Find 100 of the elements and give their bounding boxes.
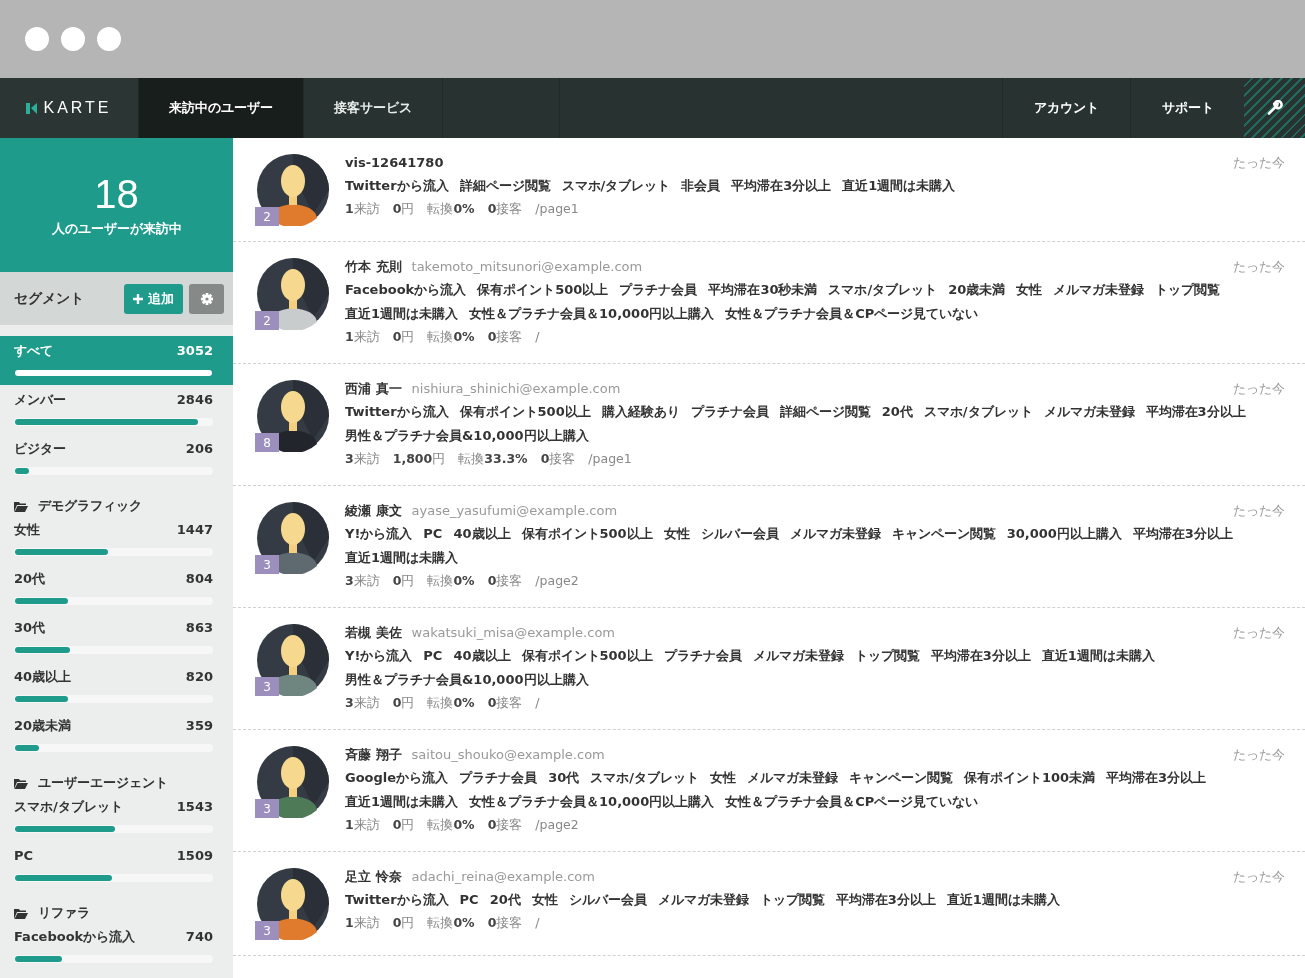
folder-icon [14,500,28,512]
segment-tag: 保有ポイント100未満 [963,766,1096,790]
segment-tag: 平均滞在3分以上 [731,174,832,198]
segment-item[interactable]: PC 1509 [0,841,233,890]
visitor-name[interactable]: vis-12641780 [345,154,444,172]
segment-tag: 購入経験あり [601,400,680,424]
avatar-icon [257,868,329,940]
visit-time: たった今 [1233,154,1285,172]
segment-tag: 保有ポイント500以上 [477,278,609,302]
visitor-email: adachi_reina@example.com [411,868,596,886]
segment-tag: 女性 [663,522,690,546]
window-close-button[interactable] [25,27,49,51]
visit-stat: 0接客 [540,450,576,468]
segment-tag: 保有ポイント500以上 [521,644,653,668]
segment-tag: Twitterから流入 [345,400,449,424]
visit-stat: 0円 [392,200,415,218]
segment-tag: スマホ/タブレット [561,174,671,198]
avatar-icon [257,154,329,226]
visit-stat: 転換0% [427,200,475,218]
segment-tag: 40歳以上 [453,644,511,668]
segment-item[interactable]: 20歳未満 359 [0,711,233,760]
segment-tag: 詳細ページ閲覧 [459,174,551,198]
segment-tag: スマホ/タブレット [923,400,1033,424]
segment-tag: 平均滞在3分以上 [1145,400,1246,424]
segment-count: 804 [185,570,213,588]
segment-tag: 直近1週間は未購入 [1041,644,1155,668]
segment-tag: メルマガ未登録 [1043,400,1135,424]
segment-tag: 平均滞在3分以上 [835,888,936,912]
segment-tag: 女性 [531,888,558,912]
visit-stat: / [535,328,540,346]
segment-tag: 平均滞在3分以上 [1132,522,1233,546]
visit-stat: 0円 [392,816,415,834]
segment-tag: 平均滞在3分以上 [1106,766,1207,790]
segment-tag: 保有ポイント500以上 [459,400,591,424]
segment-tag: キャンペーン閲覧 [848,766,953,790]
visit-stat: /page2 [535,572,579,590]
segment-item[interactable]: 30代 863 [0,613,233,662]
segment-tag: 平均滞在30秒未満 [708,278,818,302]
visitor-name[interactable]: 若槻 美佐 [345,624,402,642]
avatar-icon [257,380,329,452]
segment-tag: プラチナ会員 [619,278,698,302]
visit-stat: 0接客 [487,816,523,834]
segment-tag: シルバー会員 [700,522,779,546]
segment-tag: 女性＆プラチナ会員＆10,000円以上購入 [469,790,715,814]
visit-stat: 3来訪 [345,694,380,712]
segment-tag: 直近1週間は未購入 [345,790,459,814]
visitor-name[interactable]: 足立 怜奈 [345,868,402,886]
nav-tab[interactable]: 来訪中のユーザー [139,78,304,138]
window-maximize-button[interactable] [97,27,121,51]
segment-label: 女性 [14,521,40,539]
segment-tag: Googleから流入 [345,766,449,790]
segment-item[interactable]: Facebookから流入 740 [0,922,233,971]
segment-tag: トップ閲覧 [854,644,920,668]
segment-item[interactable]: 20代 804 [0,564,233,613]
visitor-name[interactable]: 綾瀬 康文 [345,502,402,520]
segment-tag: 男性＆プラチナ会員&10,000円以上購入 [345,424,589,448]
visitor-name[interactable]: 竹本 充則 [345,258,402,276]
avatar-icon [257,746,329,818]
visit-stat: 転換33.3% [458,450,528,468]
segment-count: 820 [185,668,213,686]
visit-stat: 転換0% [427,914,475,932]
visitor-count-caption: 人のユーザーが来訪中 [51,220,182,238]
visit-time: たった今 [1233,868,1285,886]
segment-tag: Y!から流入 [345,522,413,546]
segment-tag: 詳細ページ閲覧 [779,400,871,424]
visit-stat: / [535,914,540,932]
visitor-count: 18 [94,172,139,216]
segment-label: ビジター [14,440,66,458]
visitor-name[interactable]: 西浦 真一 [345,380,402,398]
visit-count-badge: 3 [255,799,279,818]
segment-label: すべて [14,342,53,360]
visit-count-badge: 2 [255,207,279,226]
segment-label: メンバー [14,391,66,409]
segment-label: 30代 [14,619,46,637]
segment-item[interactable]: メンバー 2846 [0,385,233,434]
segment-item[interactable]: ビジター 206 [0,434,233,483]
segment-group-title: ユーザーエージェント [38,774,168,792]
segment-item[interactable]: 40歳以上 820 [0,662,233,711]
segment-item[interactable]: スマホ/タブレット 1543 [0,792,233,841]
logo-icon [26,102,38,114]
segment-label: 20歳未満 [14,717,72,735]
segment-count: 863 [185,619,213,637]
visitor-email: nishiura_shinichi@example.com [411,380,622,398]
segment-tag: プラチナ会員 [459,766,538,790]
visit-stat: 0円 [392,328,415,346]
logo-text[interactable]: KARTE [43,99,112,117]
visit-stat: 3来訪 [345,572,380,590]
visit-stat: 転換0% [427,816,475,834]
visit-count-badge: 2 [255,311,279,330]
segment-tag: メルマガ未登録 [746,766,838,790]
segment-tag: キャンペーン閲覧 [891,522,996,546]
settings-button[interactable] [1244,78,1305,138]
visitor-name[interactable]: 斉藤 翔子 [345,746,402,764]
visit-time: たった今 [1233,624,1285,642]
segment-item[interactable]: 女性 1447 [0,515,233,564]
window-minimize-button[interactable] [61,27,85,51]
plus-icon [133,293,143,304]
segment-tag: スマホ/タブレット [590,766,699,790]
segment-tag: 非会員 [681,174,721,198]
segment-label: Facebookから流入 [14,928,136,946]
